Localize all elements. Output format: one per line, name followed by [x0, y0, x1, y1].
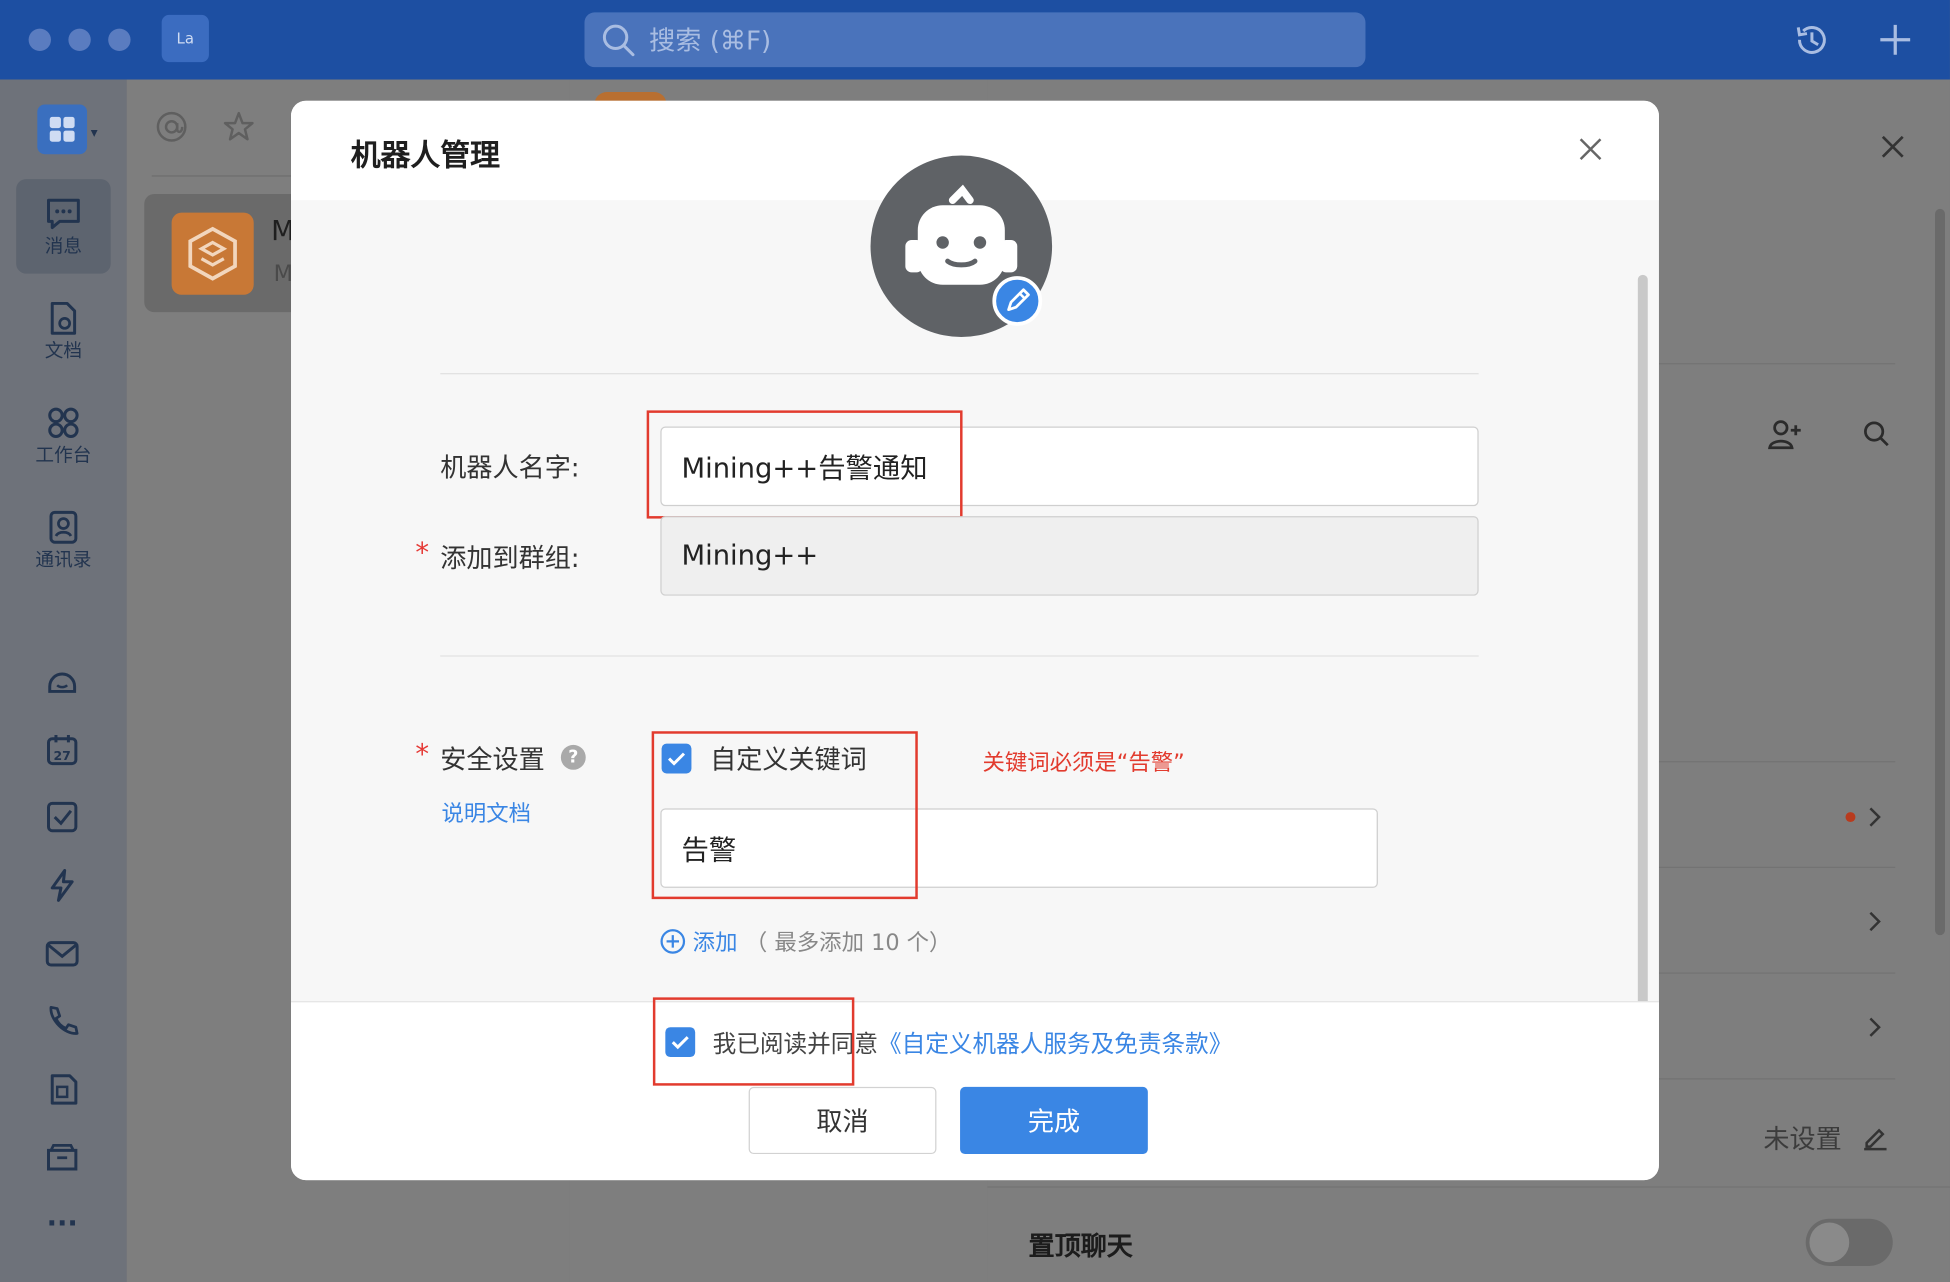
chevron-right-icon[interactable]	[1865, 1015, 1882, 1040]
nav-item-label: 文档	[44, 338, 83, 362]
required-asterisk: *	[415, 739, 430, 772]
notes-icon[interactable]	[42, 1069, 82, 1109]
chat-item-subtitle: M	[273, 261, 293, 288]
message-icon	[47, 198, 80, 229]
meeting-icon[interactable]	[42, 662, 82, 702]
app-window: La 搜索 (⌘F) ▾ 消息 文档 工作台 通讯录 27 ··· M M 未设…	[0, 0, 1950, 1282]
window-minimize-light[interactable]	[68, 28, 91, 51]
search-placeholder: 搜索 (⌘F)	[649, 26, 772, 56]
contacts-icon	[49, 510, 78, 544]
section-divider	[440, 655, 1479, 657]
search-icon	[602, 24, 635, 57]
pencil-icon	[1007, 288, 1030, 312]
phone-icon[interactable]	[42, 1001, 82, 1041]
group-input: Mining++	[660, 516, 1479, 596]
group-label: 添加到群组:	[440, 543, 580, 574]
task-icon[interactable]	[42, 797, 82, 837]
nav-item-contacts[interactable]: 通讯录	[16, 492, 111, 587]
group-avatar	[171, 212, 254, 295]
terms-link[interactable]: 《自定义机器人服务及免责条款》	[878, 1031, 1232, 1058]
search-bar[interactable]: 搜索 (⌘F)	[584, 12, 1366, 68]
app-logo[interactable]: La	[161, 14, 209, 63]
edit-avatar-button[interactable]	[992, 276, 1043, 326]
add-keyword-link[interactable]: 添加	[693, 925, 738, 957]
lightning-icon[interactable]	[42, 866, 82, 906]
panel-divider	[987, 1186, 1950, 1188]
panel-divider	[1658, 972, 1896, 974]
history-icon[interactable]	[1792, 20, 1832, 60]
left-nav: ▾ 消息 文档 工作台 通讯录 27 ···	[0, 79, 127, 1282]
dialog-footer: 我已阅读并同意《自定义机器人服务及免责条款》 取消 完成	[291, 997, 1659, 1181]
nav-item-docs[interactable]: 文档	[16, 284, 111, 379]
panel-divider	[1658, 761, 1896, 763]
nav-item-workbench[interactable]: 工作台	[16, 388, 111, 483]
nav-item-messages[interactable]: 消息	[16, 179, 111, 274]
dialog-title: 机器人管理	[350, 138, 500, 173]
dialog-scrollbar[interactable]	[1637, 274, 1648, 1012]
title-bar: La 搜索 (⌘F)	[0, 0, 1950, 80]
pin-chat-toggle[interactable]	[1805, 1218, 1893, 1266]
unset-label: 未设置	[1763, 1124, 1842, 1155]
chevron-right-icon[interactable]	[1865, 909, 1882, 934]
edit-icon[interactable]	[1860, 1122, 1890, 1152]
cancel-button[interactable]: 取消	[748, 1086, 937, 1155]
nav-item-label: 工作台	[35, 443, 92, 466]
done-button[interactable]: 完成	[960, 1086, 1148, 1155]
add-icon[interactable]	[1875, 20, 1915, 60]
mention-icon[interactable]	[154, 109, 189, 144]
workspace-switcher-icon[interactable]	[37, 104, 88, 155]
annotation-box	[652, 997, 855, 1086]
robot-management-dialog: 机器人管理 机器人名字: Mining++告警通知 * 添加到群组: Minin…	[291, 100, 1659, 1181]
panel-scrollbar[interactable]	[1935, 208, 1945, 936]
help-icon[interactable]: ?	[560, 744, 586, 770]
close-icon[interactable]	[1875, 129, 1910, 164]
security-label: 安全设置	[440, 744, 545, 775]
window-close-light[interactable]	[28, 28, 51, 51]
nav-item-label: 消息	[44, 234, 83, 257]
window-zoom-light[interactable]	[108, 28, 131, 51]
star-icon[interactable]	[221, 109, 256, 144]
section-divider	[440, 373, 1479, 375]
keyword-annotation: 关键词必须是“告警”	[982, 749, 1185, 777]
close-icon[interactable]	[1572, 131, 1609, 168]
panel-divider	[1658, 363, 1896, 365]
chevron-down-icon[interactable]: ▾	[91, 124, 98, 140]
annotation-box	[651, 731, 918, 900]
add-keyword-row: 添加 （ 最多添加 10 个）	[659, 925, 951, 957]
red-dot-badge	[1845, 812, 1856, 823]
more-icon[interactable]: ···	[42, 1209, 82, 1240]
required-asterisk: *	[415, 538, 430, 570]
panel-divider	[1658, 866, 1896, 869]
document-icon	[50, 301, 77, 335]
add-circle-icon[interactable]	[659, 928, 686, 955]
add-member-icon[interactable]	[1766, 415, 1803, 452]
nav-item-label: 通讯录	[35, 547, 92, 571]
add-keyword-hint: （ 最多添加 10 个）	[744, 930, 952, 957]
panel-divider	[1658, 1078, 1896, 1080]
robot-name-label: 机器人名字:	[440, 452, 580, 483]
doc-link[interactable]: 说明文档	[441, 796, 531, 828]
svg-text:27: 27	[54, 748, 71, 763]
folder-icon[interactable]	[42, 1138, 82, 1178]
mail-icon[interactable]	[42, 934, 82, 974]
chevron-right-icon[interactable]	[1865, 805, 1882, 830]
toggle-knob	[1809, 1222, 1850, 1263]
annotation-box	[646, 410, 963, 519]
calendar-icon[interactable]: 27	[42, 730, 82, 770]
workbench-icon	[48, 407, 79, 438]
pin-chat-label: 置顶聊天	[1028, 1231, 1133, 1262]
search-icon[interactable]	[1860, 418, 1892, 450]
